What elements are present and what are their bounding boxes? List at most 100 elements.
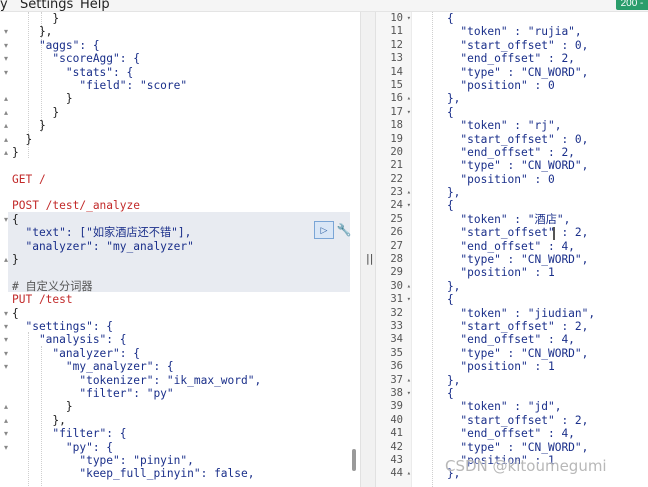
fold-toggle-icon[interactable]: ▴ [0,133,12,146]
fold-toggle-icon[interactable]: ▾ [407,199,411,212]
fold-toggle-icon[interactable]: ▾ [0,320,12,333]
menu-help[interactable]: Help [80,0,110,12]
request-line[interactable] [12,159,352,172]
request-line[interactable]: POST /test/_analyze [12,199,352,212]
fold-toggle-icon[interactable] [0,293,12,306]
fold-toggle-icon[interactable]: ▾ [0,52,12,65]
fold-toggle-icon[interactable] [0,199,12,212]
fold-toggle-icon[interactable] [0,226,12,239]
fold-toggle-icon[interactable]: ▾ [0,25,12,38]
request-line[interactable]: } [12,133,352,146]
request-line[interactable]: # 自定义分词器 [12,280,352,293]
fold-toggle-icon[interactable] [0,454,12,467]
line-number-label: 30 [390,279,403,292]
line-number-label: 44 [390,467,403,480]
request-line[interactable] [12,186,352,199]
request-line[interactable]: PUT /test [12,293,352,306]
request-line[interactable]: "stats": { [12,66,352,79]
request-line[interactable]: { [12,213,352,226]
fold-toggle-icon[interactable] [0,374,12,387]
request-line[interactable]: "py": { [12,441,352,454]
request-editor[interactable]: ▾ ▾ ▾ ▾ ▴ ▴ ▴ ▴ ▴ ▾ ▴ ▾ ▾ ▾ ▾ ▾ ▴ ▴ ▾ ▾ } }, "aggs": { "sco… [0,12,360,487]
request-line[interactable]: "analyzer": "my_analyzer" [12,240,352,253]
fold-toggle-icon[interactable]: ▴ [0,414,12,427]
fold-toggle-icon[interactable]: ▴ [0,119,12,132]
fold-toggle-icon[interactable]: ▴ [407,374,411,387]
request-line[interactable]: } [12,253,352,266]
request-line[interactable]: "type": "pinyin", [12,454,352,467]
fold-toggle-icon[interactable]: ▴ [407,467,411,480]
fold-toggle-icon[interactable]: ▴ [407,92,411,105]
request-line[interactable]: }, [12,414,352,427]
request-line[interactable]: } [12,146,352,159]
request-line[interactable]: "analysis": { [12,333,352,346]
fold-toggle-icon[interactable] [0,266,12,279]
request-line[interactable]: "field": "score" [12,79,352,92]
fold-toggle-icon[interactable]: ▾ [407,106,411,119]
fold-toggle-icon[interactable]: ▾ [0,307,12,320]
request-line[interactable]: } [12,400,352,413]
request-line[interactable]: }, [12,25,352,38]
fold-toggle-icon[interactable]: ▴ [407,280,411,293]
fold-toggle-icon[interactable]: ▾ [407,12,411,25]
fold-toggle-icon[interactable] [0,467,12,480]
request-line[interactable]: } [12,92,352,105]
request-line[interactable]: } [12,12,352,25]
fold-toggle-icon[interactable]: ▴ [0,253,12,266]
request-code[interactable]: } }, "aggs": { "scoreAgg": { "stats": { … [12,12,352,481]
wrench-icon[interactable]: 🔧 [336,221,352,239]
editor-scrollbar[interactable] [352,449,356,471]
request-line[interactable]: "tokenizer": "ik_max_word", [12,374,352,387]
fold-toggle-icon[interactable]: ▾ [0,347,12,360]
fold-toggle-icon[interactable]: ▾ [0,213,12,226]
fold-toggle-icon[interactable] [0,280,12,293]
fold-toggle-icon[interactable]: ▴ [0,400,12,413]
request-line[interactable]: "text": ["如家酒店还不错"], [12,226,352,239]
response-line: "start_offset" : 2, [420,413,589,427]
run-request-button[interactable]: ▷ [314,221,334,239]
response-line: "start_offset" : 2, [420,226,589,240]
fold-toggle-icon[interactable]: ▾ [407,387,411,400]
fold-toggle-icon[interactable]: ▴ [0,146,12,159]
fold-toggle-icon[interactable] [0,12,12,25]
pane-divider[interactable]: || [360,12,376,487]
fold-toggle-icon[interactable] [0,173,12,186]
line-number: 13 [376,52,411,65]
fold-toggle-icon[interactable]: ▴ [0,106,12,119]
fold-toggle-icon[interactable]: ▾ [0,66,12,79]
fold-toggle-icon[interactable] [0,159,12,172]
request-line[interactable]: { [12,307,352,320]
request-line[interactable]: } [12,106,352,119]
request-line[interactable]: "my_analyzer": { [12,360,352,373]
menu-settings[interactable]: Settings [20,0,73,12]
fold-toggle-icon[interactable]: ▾ [0,333,12,346]
response-code[interactable]: { "token" : "rujia", "start_offset" : 0,… [420,12,648,481]
fold-toggle-icon[interactable]: ▾ [0,427,12,440]
request-line[interactable]: "settings": { [12,320,352,333]
request-line[interactable]: "filter": { [12,427,352,440]
fold-toggle-icon[interactable]: ▾ [407,293,411,306]
request-line[interactable]: "analyzer": { [12,347,352,360]
fold-toggle-icon[interactable] [0,79,12,92]
menu-view[interactable]: y [0,0,8,12]
fold-toggle-icon[interactable] [0,186,12,199]
response-line: { [420,105,454,119]
request-line[interactable]: "aggs": { [12,39,352,52]
response-viewer[interactable]: 10 ▾ 11 12 13 14 15 16 ▴ 17 ▾ 18 19 20 21 22 23 ▴ 24 ▾ 25 26 2… [376,12,648,487]
request-line[interactable]: "keep_full_pinyin": false, [12,467,352,480]
request-line[interactable]: "scoreAgg": { [12,52,352,65]
request-line[interactable]: GET / [12,173,352,186]
response-line: "type" : "CN_WORD", [420,440,589,454]
resize-handle-icon[interactable]: || [366,252,373,265]
fold-toggle-icon[interactable]: ▴ [0,92,12,105]
fold-toggle-icon[interactable]: ▾ [0,441,12,454]
line-number-label: 42 [390,440,403,453]
request-line[interactable]: "filter": "py" [12,387,352,400]
fold-toggle-icon[interactable] [0,240,12,253]
fold-toggle-icon[interactable] [0,387,12,400]
fold-toggle-icon[interactable]: ▴ [407,186,411,199]
fold-toggle-icon[interactable]: ▾ [0,360,12,373]
fold-toggle-icon[interactable]: ▾ [0,39,12,52]
request-line[interactable] [12,266,352,279]
request-line[interactable]: } [12,119,352,132]
